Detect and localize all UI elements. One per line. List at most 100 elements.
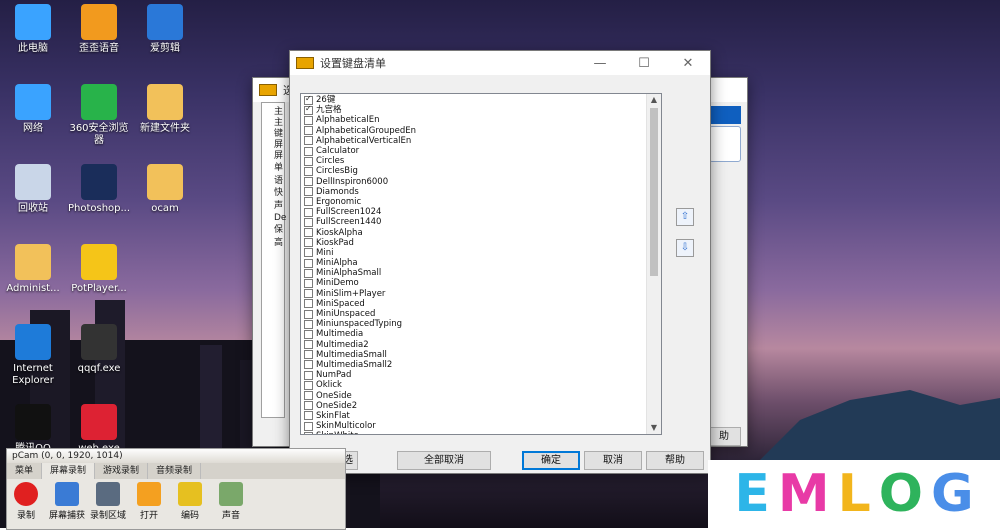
bandicam-tab[interactable]: 游戏录制 (95, 463, 149, 479)
checkbox[interactable] (304, 156, 313, 166)
checklist-item[interactable]: Mini (304, 248, 416, 258)
checkbox[interactable] (304, 146, 313, 156)
checkbox[interactable] (304, 350, 313, 360)
checkbox[interactable] (304, 370, 313, 380)
checkbox[interactable] (304, 391, 313, 401)
bandicam-tool-button[interactable]: 打开 (130, 482, 168, 521)
desktop-icon[interactable]: qqqf.exe (66, 324, 132, 375)
tree-item[interactable]: 快 (262, 188, 284, 200)
checkbox[interactable] (304, 166, 313, 176)
checkbox[interactable] (304, 115, 313, 125)
desktop-icon[interactable]: PotPlayer... (66, 244, 132, 295)
checkbox[interactable] (304, 421, 313, 431)
checkbox[interactable] (304, 411, 313, 421)
bandicam-tool-button[interactable]: 录制区域 (89, 482, 127, 521)
checklist-item[interactable]: MiniSpaced (304, 299, 416, 309)
cancel-button[interactable]: 取消 (584, 451, 642, 470)
scroll-thumb[interactable] (650, 108, 658, 276)
help-button[interactable]: 帮助 (646, 451, 704, 470)
checklist-item[interactable]: MultimediaSmall (304, 350, 416, 360)
checkbox[interactable] (304, 340, 313, 350)
checklist-item[interactable]: MiniDemo (304, 278, 416, 288)
checklist-item[interactable]: SkinFlat (304, 411, 416, 421)
checklist-item[interactable]: MiniUnspaced (304, 309, 416, 319)
checkbox[interactable] (304, 177, 313, 187)
desktop-icon[interactable]: 回收站 (0, 164, 66, 215)
checklist-item[interactable]: Multimedia (304, 329, 416, 339)
checklist-item[interactable]: Multimedia2 (304, 340, 416, 350)
bandicam-tab[interactable]: 音频录制 (148, 463, 202, 479)
checkbox[interactable] (304, 126, 313, 136)
keyboard-checklist[interactable]: 26键九宫格AlphabeticalEnAlphabeticalGroupedE… (300, 93, 662, 435)
checklist-item[interactable]: Ergonomic (304, 197, 416, 207)
move-up-button[interactable]: ⇧ (676, 208, 694, 226)
checklist-item[interactable]: MiniAlphaSmall (304, 268, 416, 278)
checkbox[interactable] (304, 380, 313, 390)
checkbox[interactable] (304, 319, 313, 329)
bandicam-tool-button[interactable]: 编码 (171, 482, 209, 521)
bandicam-tool-button[interactable]: 录制 (7, 482, 45, 521)
deselect-all-button[interactable]: 全部取消 (397, 451, 491, 470)
desktop-icon[interactable]: 此电脑 (0, 4, 66, 55)
close-button[interactable]: ✕ (666, 56, 710, 71)
move-down-button[interactable]: ⇩ (676, 239, 694, 257)
checklist-item[interactable]: AlphabeticalVerticalEn (304, 136, 416, 146)
desktop-icon[interactable]: 网络 (0, 84, 66, 135)
checklist-item[interactable]: FullScreen1440 (304, 217, 416, 227)
checkbox[interactable] (304, 207, 313, 217)
tree-item[interactable]: 保 (262, 225, 284, 237)
checkbox[interactable] (304, 268, 313, 278)
checklist-item[interactable]: MiniAlpha (304, 258, 416, 268)
checkbox[interactable] (304, 431, 313, 434)
checklist-item[interactable]: 26键 (304, 94, 416, 105)
checklist-item[interactable]: Calculator (304, 146, 416, 156)
checklist-item[interactable]: KioskPad (304, 238, 416, 248)
checkbox[interactable] (304, 248, 313, 258)
checklist-item[interactable]: MiniunspacedTyping (304, 319, 416, 329)
list-scrollbar[interactable]: ▲ ▼ (646, 94, 661, 434)
checkbox[interactable] (304, 228, 313, 238)
tree-item[interactable]: 声 (262, 201, 284, 213)
bandicam-tool-button[interactable]: 屏幕捕获 (48, 482, 86, 521)
checklist-item[interactable]: 九宫格 (304, 104, 416, 115)
checkbox[interactable] (304, 299, 313, 309)
tree-item[interactable]: 屏 (262, 151, 284, 163)
desktop-icon[interactable]: Administ... (0, 244, 66, 295)
checklist-item[interactable]: AlphabeticalEn (304, 115, 416, 125)
scroll-up-icon[interactable]: ▲ (649, 95, 659, 105)
tree-item[interactable]: 语 (262, 176, 284, 188)
tree-item[interactable]: 主 (262, 107, 284, 118)
desktop-icon[interactable]: ocam (132, 164, 198, 215)
checkbox[interactable] (304, 238, 313, 248)
desktop-icon[interactable]: 新建文件夹 (132, 84, 198, 135)
checklist-item[interactable]: AlphabeticalGroupedEn (304, 126, 416, 136)
checkbox[interactable] (304, 278, 313, 288)
checkbox[interactable] (304, 309, 313, 319)
tree-item[interactable]: 高 (262, 238, 284, 250)
checklist-item[interactable]: CirclesBig (304, 166, 416, 176)
checkbox[interactable] (304, 401, 313, 411)
desktop-icon[interactable]: 爱剪辑 (132, 4, 198, 55)
options-tree[interactable]: 主主键屏屏单语快声 De 保高 (261, 102, 286, 418)
options-help-button[interactable]: 助 (707, 427, 741, 446)
checkbox[interactable] (304, 329, 313, 339)
ok-button[interactable]: 确定 (522, 451, 580, 470)
tree-item[interactable]: De (262, 213, 286, 225)
minimize-button[interactable]: — (578, 56, 622, 71)
bandicam-tool-button[interactable]: 声音 (212, 482, 250, 521)
checklist-item[interactable]: OneSide (304, 390, 416, 401)
desktop-icon[interactable]: Photoshop... (66, 164, 132, 215)
checkbox[interactable] (304, 360, 313, 370)
checklist-item[interactable]: OneSide2 (304, 401, 416, 411)
checklist-item[interactable]: SkinWhite (304, 431, 416, 434)
checkbox[interactable] (304, 217, 313, 227)
checklist-item[interactable]: MiniSlim+Player (304, 289, 416, 299)
desktop-icon[interactable]: 歪歪语音 (66, 4, 132, 55)
desktop-icon[interactable]: 360安全浏览器 (66, 84, 132, 147)
bandicam-tab[interactable]: 屏幕录制 (42, 463, 96, 479)
checklist-item[interactable]: Oklick (304, 380, 416, 390)
tree-item[interactable]: 键 (262, 129, 284, 140)
checkbox[interactable] (304, 258, 313, 268)
checklist-item[interactable]: Diamonds (304, 187, 416, 197)
tree-item[interactable]: 屏 (262, 140, 284, 151)
